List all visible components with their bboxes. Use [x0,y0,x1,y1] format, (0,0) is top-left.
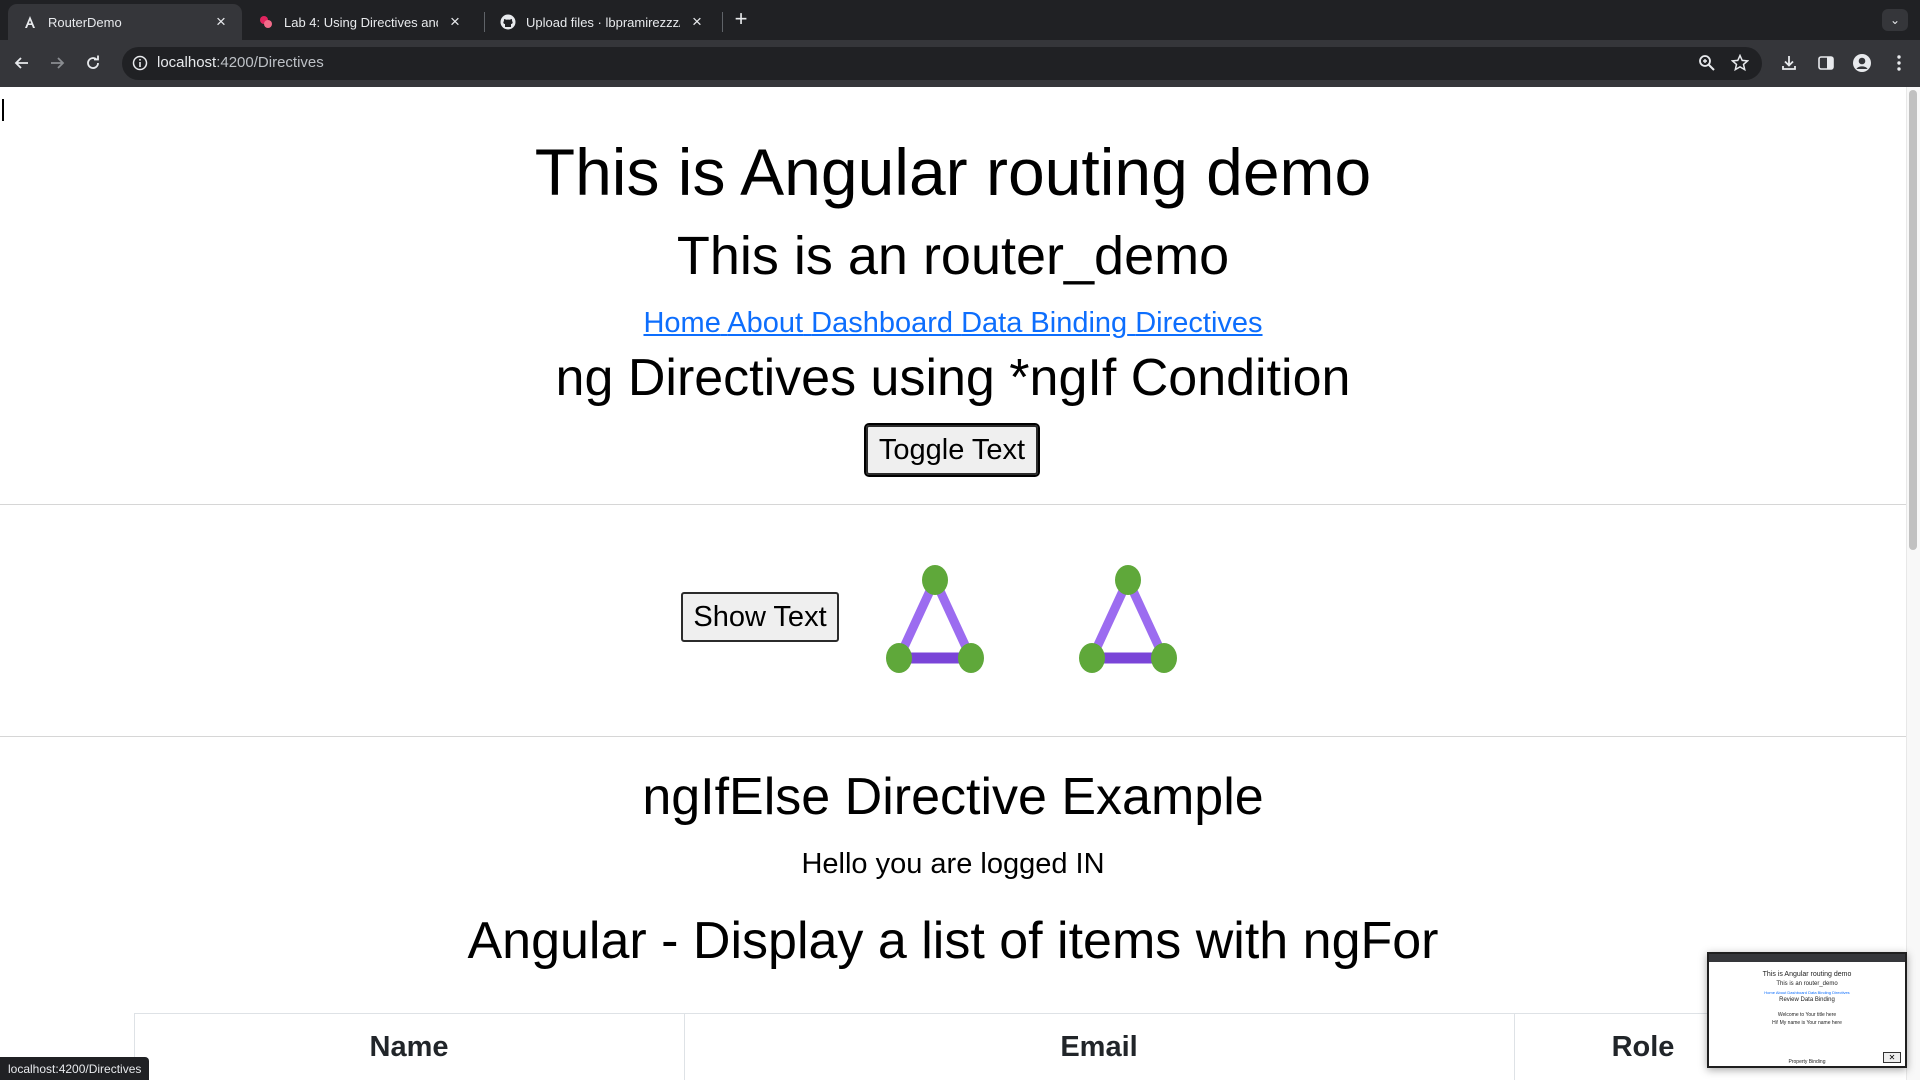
toggle-text-button[interactable]: Toggle Text [864,423,1040,477]
nav-link-dashboard[interactable]: Dashboard [811,307,953,339]
tab-separator [722,12,723,32]
ngifelse-heading: ngIfElse Directive Example [642,768,1264,826]
thumbnail-line: Welcome to Your title here [1777,1012,1837,1018]
download-icon[interactable] [1776,50,1802,76]
forward-button[interactable] [44,50,70,76]
thumbnail-line: Property Binding [1788,1059,1826,1065]
ngif-heading: ng Directives using *ngIf Condition [555,349,1351,407]
url-path: :4200/Directives [216,54,324,71]
page-subtitle: This is an router_demo [676,226,1230,286]
nav-link-home[interactable]: Home [643,307,720,339]
reload-icon [87,55,99,69]
nav-link-about[interactable]: About [727,307,803,339]
nav-links: Home About Dashboard Data Binding Direct… [0,307,1906,340]
tab-routerdemo[interactable]: RouterDemo × [8,4,242,40]
angular-logo-icon [22,14,38,30]
nav-link-directives[interactable]: Directives [1135,307,1262,339]
site-info-icon[interactable] [130,53,150,73]
page-title: This is Angular routing demo [534,135,1372,209]
show-text-button[interactable]: Show Text [681,592,839,642]
stop-sharing-icon[interactable]: ✕ [1883,1052,1901,1063]
thumbnail-line: This is Angular routing demo [1762,971,1852,978]
tab-github-upload[interactable]: Upload files · lbpramirezzz/2 × [486,4,718,40]
divider [0,504,1906,505]
zoom-icon[interactable] [1694,50,1720,76]
profile-avatar-icon[interactable] [1849,50,1875,76]
tab-title: Upload files · lbpramirezzz/2 [526,14,680,30]
ngfor-heading: Angular - Display a list of items with n… [467,912,1439,970]
screen-preview-thumbnail[interactable]: This is Angular routing demo This is an … [1707,952,1907,1068]
tab-title: Lab 4: Using Directives and R [284,14,438,30]
text-caret [2,99,4,121]
column-header-email: Email [1060,1031,1138,1063]
side-panel-icon[interactable] [1813,50,1839,76]
ngrx-logo-icon [1079,565,1177,673]
tab-title: RouterDemo [48,14,122,30]
divider [0,736,1906,737]
github-icon [500,14,516,30]
status-bar-url: localhost:4200/Directives [0,1057,150,1080]
close-tab-icon[interactable]: × [212,12,230,31]
close-tab-icon[interactable]: × [446,12,464,31]
thumbnail-line: This is an router_demo [1776,981,1838,987]
tab-search-button[interactable]: ⌄ [1882,9,1908,31]
reload-button[interactable] [80,50,106,76]
thumbnail-line: Hi! My name is Your name here [1772,1020,1842,1026]
tab-lab4[interactable]: Lab 4: Using Directives and R × [244,4,476,40]
ngrx-logo-icon [886,565,984,673]
back-button[interactable] [9,50,35,76]
thumbnail-line: Review Data Binding [1779,997,1835,1003]
bookmark-star-icon[interactable] [1727,50,1753,76]
close-tab-icon[interactable]: × [688,12,706,31]
course-site-icon [258,14,274,30]
tab-separator [484,12,485,32]
browser-menu-icon[interactable] [1886,50,1912,76]
users-table: Name Email Role [134,1013,1772,1080]
url-text[interactable]: localhost:4200/Directives [157,54,324,71]
url-host: localhost [157,54,217,71]
address-bar[interactable] [122,47,1762,80]
logged-in-text: Hello you are logged IN [801,848,1105,880]
column-header-name: Name [369,1031,449,1063]
thumbnail-line: Home About Dashboard Data Binding Direct… [1764,990,1850,995]
nav-link-data-binding[interactable]: Data Binding [961,307,1127,339]
new-tab-button[interactable]: + [730,8,752,31]
back-arrow-icon [14,57,28,69]
thumbnail-toolbar [1709,954,1905,962]
forward-arrow-icon [51,57,65,69]
scrollbar-thumb[interactable] [1909,90,1917,550]
